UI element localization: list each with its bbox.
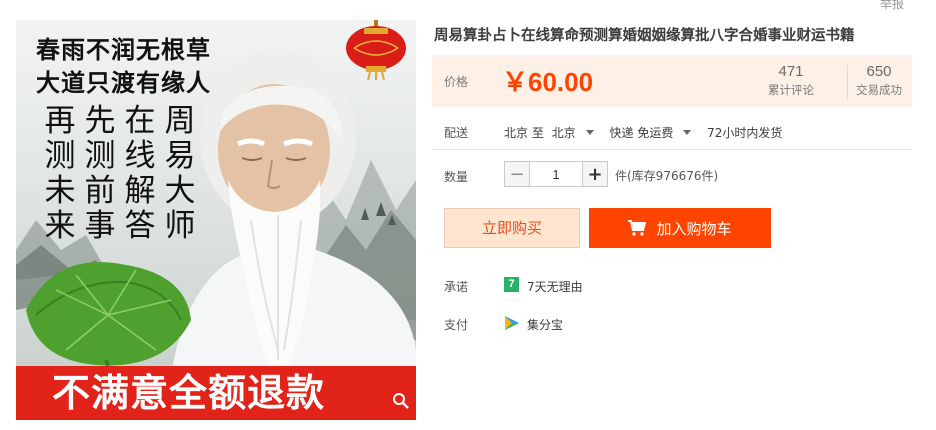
payment-method[interactable]: 集分宝 (527, 316, 563, 333)
sales-count: 650 (866, 63, 892, 80)
zoom-icon[interactable] (392, 392, 410, 410)
lantern-icon (346, 20, 406, 80)
buy-now-button[interactable]: 立即购买 (444, 208, 580, 248)
seven-day-return-icon: 7 (504, 277, 519, 292)
shipping-method-select[interactable]: 快递 免运费 (610, 126, 700, 140)
promise-label: 承诺 (444, 280, 469, 294)
sales-stat: 650 交易成功 (848, 63, 910, 98)
add-to-cart-button[interactable]: 加入购物车 (589, 208, 771, 248)
chevron-down-icon (683, 130, 692, 135)
reviews-count: 471 (778, 63, 804, 80)
payment-label: 支付 (444, 318, 469, 332)
slogan: 春雨不润无根草 大道只渡有缘人 (36, 34, 211, 100)
cart-icon (628, 220, 647, 236)
product-title: 周易算卦占卜在线算命预测算婚姻姻缘算批八字合婚事业财运书籍 (434, 28, 855, 44)
poem-column: 在线解答 (124, 103, 156, 244)
chevron-down-icon (585, 130, 594, 135)
vertical-poem: 再测未来 先测前事 在线解答 周易大师 (42, 104, 198, 244)
refund-banner: 不满意全额退款 (16, 366, 416, 420)
decrease-quantity-button[interactable]: − (504, 161, 530, 187)
dispatch-time: 72小时内发货 (707, 126, 783, 140)
poem-column: 先测前事 (84, 103, 116, 244)
slogan-line: 大道只渡有缘人 (36, 69, 211, 97)
report-link[interactable]: 举报 (880, 0, 904, 12)
quantity-input[interactable] (530, 161, 582, 187)
stock-info: 件(库存976676件) (615, 169, 719, 183)
jifenbao-icon (505, 316, 519, 330)
shipping-row: 北京 至 北京 快递 免运费 72小时内发货 (504, 124, 786, 141)
divider (432, 149, 912, 150)
slogan-line: 春雨不润无根草 (36, 36, 211, 64)
price-box: 价格 ￥60.00 471 累计评论 650 交易成功 (432, 55, 912, 107)
poem-column: 周易大师 (164, 103, 196, 244)
promise-text[interactable]: 7天无理由 (527, 278, 583, 295)
shipping-destination: 北京 (551, 126, 576, 140)
shipping-from: 北京 至 (504, 126, 544, 140)
price-value: ￥60.00 (502, 67, 594, 97)
shipping-label: 配送 (444, 126, 469, 140)
increase-quantity-button[interactable]: + (582, 161, 608, 187)
quantity-stepper: − + (504, 161, 608, 187)
shipping-destination-select[interactable]: 北京 (552, 126, 602, 140)
reviews-stat[interactable]: 471 累计评论 (760, 63, 822, 98)
quantity-label: 数量 (444, 170, 469, 184)
sales-label: 交易成功 (856, 83, 902, 97)
shipping-method: 快递 免运费 (609, 126, 674, 140)
poem-column: 再测未来 (44, 103, 76, 244)
price-label: 价格 (444, 75, 469, 89)
product-main-image[interactable]: 春雨不润无根草 大道只渡有缘人 再测未来 先测前事 在线解答 周易大师 不满意全… (16, 20, 416, 420)
add-to-cart-label: 加入购物车 (656, 219, 732, 238)
reviews-label: 累计评论 (768, 83, 814, 97)
